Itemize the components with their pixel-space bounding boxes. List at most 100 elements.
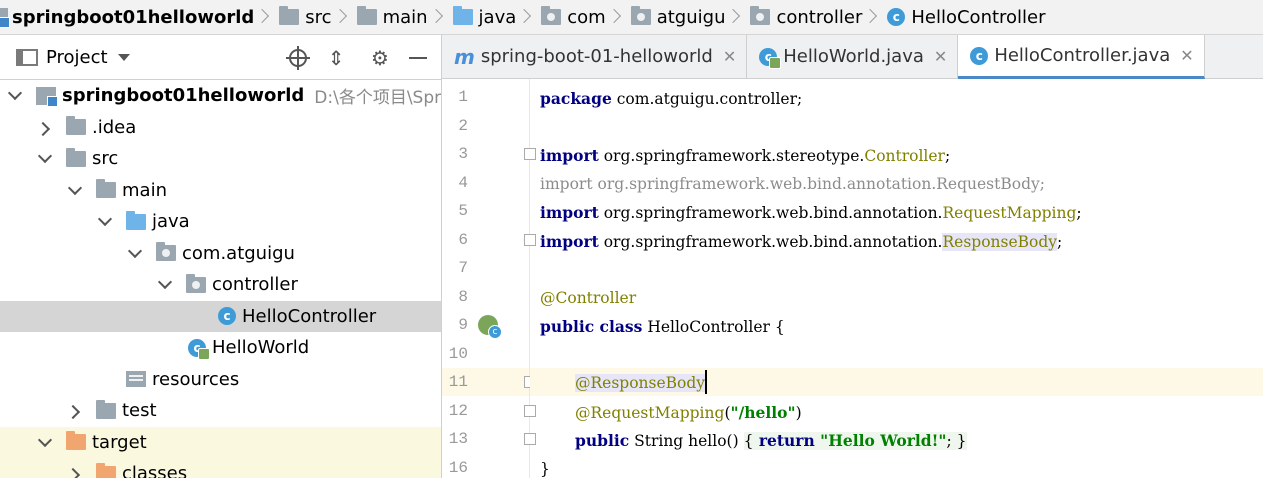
code-text: ; bbox=[1076, 204, 1082, 222]
code-text: ; bbox=[1057, 233, 1063, 251]
chevron-down-icon[interactable] bbox=[39, 438, 49, 448]
chevron-right-icon[interactable] bbox=[70, 406, 80, 416]
keyword: package bbox=[540, 89, 612, 108]
chevron-down-icon[interactable] bbox=[129, 249, 139, 259]
tree-item-java[interactable]: java bbox=[0, 206, 441, 238]
chevron-right-icon bbox=[433, 6, 441, 28]
folder-icon bbox=[96, 179, 116, 199]
code-line-4-unused-import: import org.springframework.web.bind.anno… bbox=[540, 175, 1045, 193]
tree-item-target[interactable]: target bbox=[0, 426, 441, 458]
breadcrumb-item-java[interactable]: java bbox=[449, 0, 538, 34]
text-cursor bbox=[705, 370, 708, 394]
gear-icon: ⚙ bbox=[371, 46, 389, 70]
runnable-class-icon: c bbox=[188, 338, 210, 360]
code-line-8: @Controller bbox=[540, 289, 636, 307]
breadcrumb-label: main bbox=[382, 6, 428, 28]
tree-item-label: main bbox=[122, 179, 167, 201]
tab-hellocontroller-java[interactable]: c HelloController.java ✕ bbox=[958, 35, 1205, 79]
chevron-right-icon[interactable] bbox=[70, 469, 80, 478]
string-literal: "/hello" bbox=[730, 403, 796, 422]
tree-item-label: com.atguigu bbox=[182, 242, 295, 264]
folder-icon bbox=[96, 399, 116, 419]
project-tree: springboot01helloworld D:\各个项目\Spring .i… bbox=[0, 80, 441, 478]
tree-item-test[interactable]: test bbox=[0, 395, 441, 427]
code-text: } bbox=[540, 460, 550, 478]
tree-item-idea[interactable]: .idea bbox=[0, 112, 441, 144]
chevron-down-icon[interactable] bbox=[99, 217, 109, 227]
folder-icon bbox=[66, 147, 86, 167]
folded-region[interactable]: { return "Hello World!"; } bbox=[743, 431, 967, 450]
line-number: 6 bbox=[458, 231, 468, 249]
breadcrumb: springboot01helloworld src main java com… bbox=[0, 0, 1263, 35]
tab-spring-boot-pom[interactable]: m spring-boot-01-helloworld ✕ bbox=[442, 35, 748, 78]
tree-item-label: .idea bbox=[92, 116, 137, 138]
line-number: 1 bbox=[458, 88, 468, 106]
tree-item-label: test bbox=[122, 400, 157, 422]
breadcrumb-label: com bbox=[567, 6, 606, 28]
tree-item-label: target bbox=[92, 431, 147, 453]
tree-item-resources[interactable]: resources bbox=[0, 364, 441, 396]
breadcrumb-item-com[interactable]: com bbox=[537, 0, 626, 34]
close-icon[interactable]: ✕ bbox=[723, 47, 736, 66]
class-reference: ResponseBody bbox=[942, 233, 1058, 251]
folder-icon bbox=[66, 116, 86, 136]
keyword: public class bbox=[540, 317, 643, 336]
locate-file-button[interactable] bbox=[283, 43, 313, 73]
tab-helloworld-java[interactable]: c HelloWorld.java ✕ bbox=[747, 35, 959, 78]
breadcrumb-item-main[interactable]: main bbox=[353, 0, 449, 34]
package-icon bbox=[541, 6, 562, 25]
breadcrumb-item-hellocontroller[interactable]: c HelloController bbox=[883, 0, 1047, 34]
breadcrumb-label: src bbox=[305, 6, 332, 28]
package-icon bbox=[186, 273, 206, 293]
tree-item-helloworld[interactable]: c HelloWorld bbox=[0, 332, 441, 364]
chevron-down-icon bbox=[117, 53, 130, 61]
hide-panel-button[interactable] bbox=[403, 43, 433, 73]
code-line-13: public String hello() { return "Hello Wo… bbox=[575, 431, 967, 450]
editor-gutter[interactable]: 1 2 3 4 5 6 7 8 9 10 11 12 13 16 bbox=[442, 79, 536, 478]
collapse-all-icon: ⇕ bbox=[327, 46, 345, 70]
class-reference: RequestMapping bbox=[942, 204, 1077, 222]
project-view-selector[interactable]: Project bbox=[16, 47, 130, 68]
tree-item-com-atguigu[interactable]: com.atguigu bbox=[0, 238, 441, 270]
collapse-all-button[interactable]: ⇕ bbox=[321, 43, 351, 73]
editor-tabs: m spring-boot-01-helloworld ✕ c HelloWor… bbox=[442, 35, 1263, 79]
line-number: 11 bbox=[448, 373, 468, 391]
tree-item-hellocontroller[interactable]: c HelloController bbox=[0, 300, 441, 332]
breadcrumb-label: java bbox=[478, 6, 517, 28]
tree-item-src[interactable]: src bbox=[0, 143, 441, 175]
code-text: org.springframework.web.bind.annotation. bbox=[598, 204, 943, 222]
chevron-down-icon[interactable] bbox=[39, 154, 49, 164]
code-line-11: @ResponseBody bbox=[575, 370, 708, 394]
tree-item-classes[interactable]: classes bbox=[0, 458, 441, 478]
code-text: } bbox=[951, 432, 967, 450]
chevron-down-icon[interactable] bbox=[69, 186, 79, 196]
tab-label: HelloWorld.java bbox=[783, 46, 924, 67]
chevron-down-icon[interactable] bbox=[9, 91, 19, 101]
breadcrumb-item-module[interactable]: springboot01helloworld bbox=[0, 0, 275, 34]
breadcrumb-label: springboot01helloworld bbox=[12, 6, 255, 28]
code-text: ) bbox=[795, 404, 802, 422]
class-icon: c bbox=[970, 46, 989, 65]
spring-bean-gutter-icon[interactable] bbox=[478, 315, 502, 339]
chevron-right-icon bbox=[337, 6, 345, 28]
settings-button[interactable]: ⚙ bbox=[365, 43, 395, 73]
code-editor[interactable]: package com.atguigu.controller; import o… bbox=[530, 79, 1263, 478]
chevron-right-icon bbox=[867, 6, 875, 28]
tree-item-controller[interactable]: controller bbox=[0, 269, 441, 301]
tree-item-label: java bbox=[152, 211, 190, 233]
chevron-right-icon[interactable] bbox=[40, 123, 50, 133]
annotation: @ResponseBody bbox=[575, 374, 706, 392]
runnable-class-icon: c bbox=[759, 47, 782, 69]
code-text: String hello() bbox=[629, 432, 744, 450]
chevron-down-icon[interactable] bbox=[159, 280, 169, 290]
line-number: 3 bbox=[458, 145, 468, 163]
breadcrumb-item-controller[interactable]: controller bbox=[746, 0, 883, 34]
project-panel: Project ⇕ ⚙ springboot01helloworld D:\各个… bbox=[0, 35, 442, 478]
tree-item-module[interactable]: springboot01helloworld D:\各个项目\Spring bbox=[0, 80, 441, 112]
breadcrumb-item-src[interactable]: src bbox=[275, 0, 352, 34]
breadcrumb-item-atguigu[interactable]: atguigu bbox=[627, 0, 747, 34]
tree-item-main[interactable]: main bbox=[0, 175, 441, 207]
code-line-6: import org.springframework.web.bind.anno… bbox=[540, 232, 1062, 251]
close-icon[interactable]: ✕ bbox=[1180, 46, 1193, 65]
close-icon[interactable]: ✕ bbox=[934, 47, 947, 66]
